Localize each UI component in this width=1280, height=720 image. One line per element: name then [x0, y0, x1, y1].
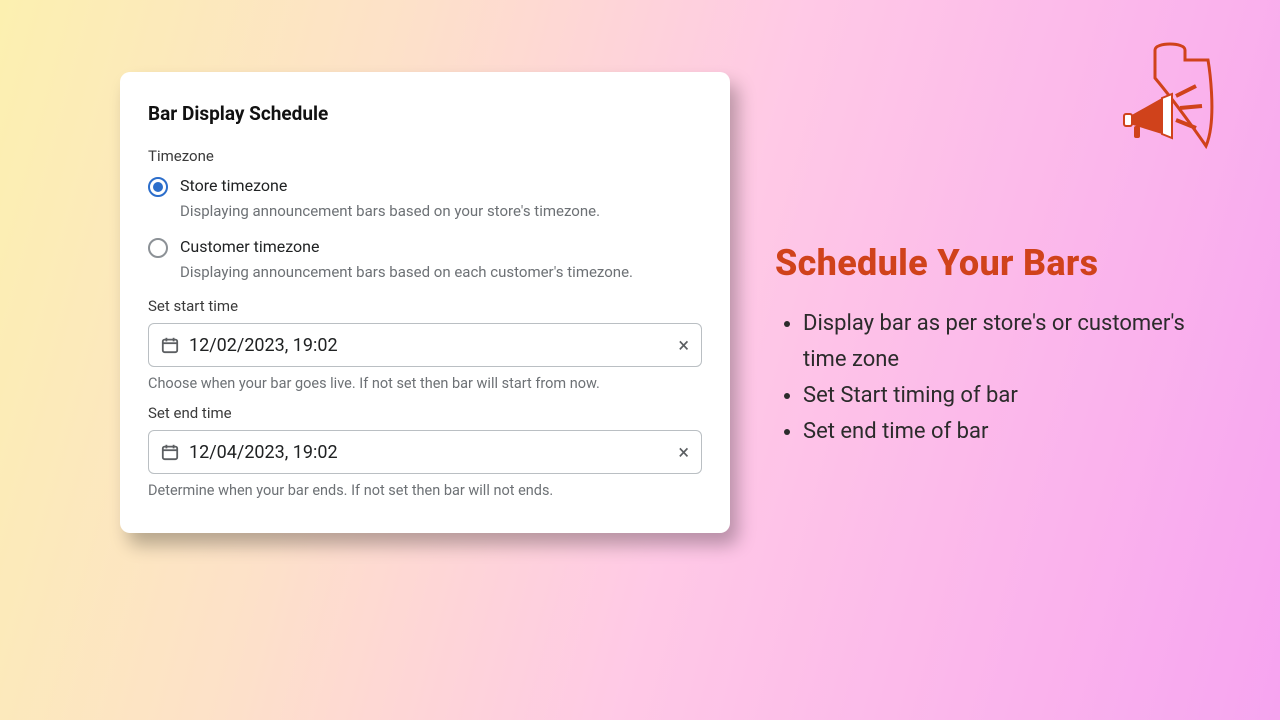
clear-start-button[interactable]: × [678, 335, 689, 355]
list-item: Display bar as per store's or customer's… [803, 306, 1225, 378]
clear-end-button[interactable]: × [678, 442, 689, 462]
end-time-value: 12/04/2023, 19:02 [189, 442, 668, 463]
radio-label: Customer timezone [180, 236, 320, 258]
start-time-label: Set start time [148, 297, 702, 315]
radio-customer-desc: Displaying announcement bars based on ea… [180, 262, 702, 283]
start-time-value: 12/02/2023, 19:02 [189, 335, 668, 356]
start-time-helper: Choose when your bar goes live. If not s… [148, 375, 702, 392]
stage: Bar Display Schedule Timezone Store time… [0, 0, 1280, 720]
radio-store-timezone[interactable]: Store timezone [148, 175, 702, 197]
end-time-input[interactable]: 12/04/2023, 19:02 × [148, 430, 702, 474]
radio-label: Store timezone [180, 175, 287, 197]
radio-icon [148, 238, 168, 258]
calendar-icon [161, 443, 179, 461]
list-item: Set Start timing of bar [803, 378, 1225, 414]
promo-heading: Schedule Your Bars [775, 242, 1225, 284]
end-time-helper: Determine when your bar ends. If not set… [148, 482, 702, 499]
radio-icon [148, 177, 168, 197]
radio-customer-timezone[interactable]: Customer timezone [148, 236, 702, 258]
promo-list: Display bar as per store's or customer's… [775, 306, 1225, 450]
schedule-card: Bar Display Schedule Timezone Store time… [120, 72, 730, 533]
start-time-input[interactable]: 12/02/2023, 19:02 × [148, 323, 702, 367]
calendar-icon [161, 336, 179, 354]
card-title: Bar Display Schedule [148, 102, 702, 125]
list-item: Set end time of bar [803, 414, 1225, 450]
radio-store-desc: Displaying announcement bars based on yo… [180, 201, 702, 222]
end-time-label: Set end time [148, 404, 702, 422]
app-logo [1110, 38, 1230, 158]
timezone-label: Timezone [148, 147, 702, 165]
promo-block: Schedule Your Bars Display bar as per st… [775, 242, 1225, 450]
